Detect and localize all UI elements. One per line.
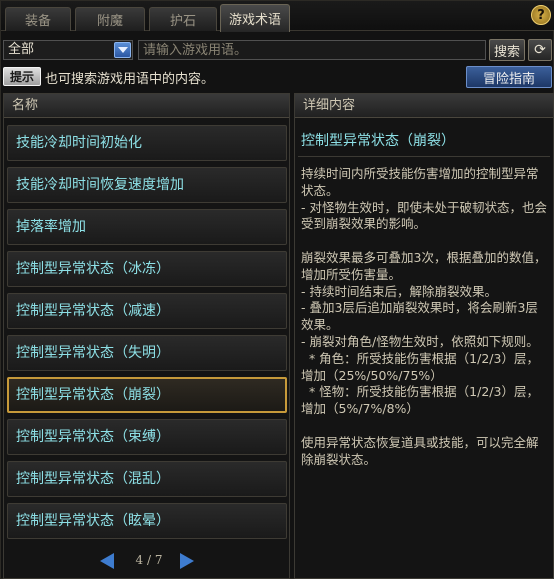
tab-bar: 装备 附魔 护石 游戏术语 ? [1, 1, 554, 32]
tip-row: 提示 也可搜索游戏用语中的内容。 冒险指南 [1, 65, 554, 89]
detail-panel: 详细内容 控制型异常状态（崩裂） 持续时间内所受技能伤害增加的控制型异常状态。 … [294, 93, 554, 579]
term-list-header: 名称 [4, 94, 289, 118]
list-item[interactable]: 技能冷却时间恢复速度增加 [7, 167, 287, 203]
arrow-right-icon[interactable] [180, 553, 194, 569]
divider [298, 156, 550, 157]
category-select-value: 全部 [8, 42, 35, 57]
term-list: 技能冷却时间初始化 技能冷却时间恢复速度增加 掉落率增加 控制型异常状态（冰冻）… [7, 125, 287, 545]
list-item[interactable]: 控制型异常状态（减速） [7, 293, 287, 329]
adventure-guide-button[interactable]: 冒险指南 [466, 66, 552, 88]
tip-badge: 提示 [3, 67, 41, 86]
category-select[interactable]: 全部 [3, 40, 133, 60]
tab-game-terms[interactable]: 游戏术语 [220, 4, 290, 32]
detail-title: 控制型异常状态（崩裂） [301, 133, 455, 149]
tab-equipment[interactable]: 装备 [5, 7, 71, 31]
tab-talisman[interactable]: 护石 [149, 7, 217, 31]
tip-text: 也可搜索游戏用语中的内容。 [45, 72, 215, 87]
list-item[interactable]: 控制型异常状态（冰冻） [7, 251, 287, 287]
list-item[interactable]: 控制型异常状态（混乱） [7, 461, 287, 497]
game-glossary-window: 装备 附魔 护石 游戏术语 ? 全部 搜索 ⟳ 提示 也可搜索游戏用语中的内容。… [0, 0, 554, 579]
pager: 4 / 7 [4, 550, 291, 572]
chevron-down-icon[interactable] [114, 42, 131, 58]
filter-row: 全部 搜索 ⟳ [1, 39, 554, 63]
list-item[interactable]: 控制型异常状态（失明） [7, 335, 287, 371]
tab-enchant[interactable]: 附魔 [75, 7, 145, 31]
detail-header: 详细内容 [295, 94, 553, 118]
help-icon[interactable]: ? [531, 5, 551, 25]
search-input[interactable] [138, 40, 486, 60]
list-item[interactable]: 控制型异常状态（束缚） [7, 419, 287, 455]
list-item[interactable]: 技能冷却时间初始化 [7, 125, 287, 161]
list-item[interactable]: 控制型异常状态（眩晕） [7, 503, 287, 539]
term-list-panel: 名称 技能冷却时间初始化 技能冷却时间恢复速度增加 掉落率增加 控制型异常状态（… [3, 93, 290, 579]
search-button[interactable]: 搜索 [489, 39, 525, 61]
list-item-selected[interactable]: 控制型异常状态（崩裂） [7, 377, 287, 413]
refresh-icon[interactable]: ⟳ [528, 39, 552, 61]
list-item[interactable]: 掉落率增加 [7, 209, 287, 245]
detail-body: 持续时间内所受技能伤害增加的控制型异常状态。 - 对怪物生效时，即使未处于破韧状… [301, 166, 547, 467]
page-indicator: 4 / 7 [135, 553, 163, 567]
arrow-left-icon[interactable] [100, 553, 114, 569]
